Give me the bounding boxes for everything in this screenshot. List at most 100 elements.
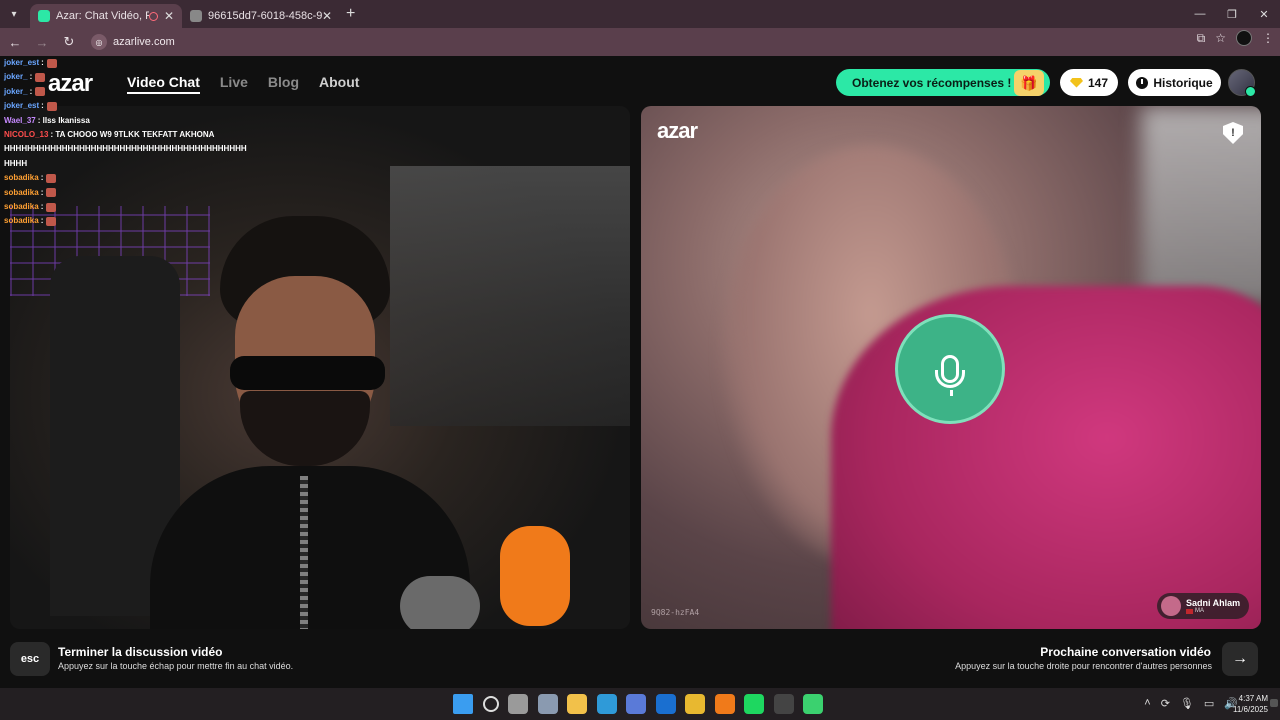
tab-search-icon[interactable]: ▾ (4, 4, 24, 24)
edge-icon[interactable] (596, 694, 617, 714)
rewards-label: Obtenez vos récompenses ! (852, 75, 1012, 90)
morocco-flag-icon (1186, 608, 1193, 614)
store-icon[interactable] (626, 694, 646, 714)
search-icon[interactable] (482, 696, 499, 712)
chat-line: sobadika: (0, 200, 300, 214)
taskbar-apps (453, 694, 823, 714)
chat-username: NICOLO_13 (4, 129, 49, 139)
chat-line: HHHH (0, 157, 300, 171)
partner-profile-chip[interactable]: Sadni Ahlam MA (1157, 593, 1249, 619)
clock-time: 4:37 AM (1238, 694, 1268, 703)
history-label: Historique (1153, 75, 1213, 90)
chat-message: : lIss lkanissa (37, 115, 90, 125)
tray-mic-icon[interactable]: 🎙 (1180, 697, 1194, 710)
orange-toy (500, 526, 570, 626)
chat-line: NICOLO_13: TA CHOOO W9 9TLKK TEKFATT AKH… (0, 128, 300, 142)
obs-icon[interactable] (773, 694, 794, 714)
user-avatar[interactable] (1228, 69, 1256, 97)
chat-message: : (40, 187, 44, 197)
install-app-icon[interactable]: ⧉ (1197, 31, 1206, 46)
stream-chat-overlay: joker_est: joker_: joker_: joker_est: Wael_3… (0, 56, 300, 229)
chat-line: joker_est: (0, 56, 300, 70)
chat-message: : (29, 72, 33, 82)
minimize-icon[interactable]: — (1184, 0, 1216, 28)
network-icon[interactable]: ▭ (1204, 697, 1214, 710)
studio-microphone (400, 576, 480, 629)
url-field[interactable]: ◎ azarlive.com (91, 34, 175, 50)
tab-azar[interactable]: Azar: Chat Vidéo, Rencontr ✕ (30, 4, 182, 28)
settings-icon[interactable] (537, 694, 558, 714)
next-chat-title: Prochaine conversation vidéo (1040, 645, 1211, 659)
partner-name: Sadni Ahlam (1186, 598, 1241, 608)
streamer-beard (240, 391, 370, 466)
tab-title: Azar: Chat Vidéo, Rencontr (56, 10, 149, 22)
menu-kebab-icon[interactable]: ⋮ (1262, 31, 1274, 45)
close-tab-icon[interactable]: ✕ (164, 9, 174, 23)
gift-icon: 🎁 (1014, 70, 1044, 96)
back-icon[interactable]: ← (3, 30, 27, 54)
taskbar-clock[interactable]: 4:37 AM 11/6/2025 (1233, 693, 1268, 715)
clock-date: 11/6/2025 (1233, 705, 1268, 714)
url-text: azarlive.com (113, 36, 175, 48)
gem-icon (1069, 77, 1083, 88)
bookmark-star-icon[interactable]: ☆ (1215, 31, 1226, 45)
media-player-icon[interactable] (803, 694, 823, 714)
browser-tabbar: ▾ Azar: Chat Vidéo, Rencontr ✕ 96615dd7-… (0, 0, 1280, 28)
notification-icon[interactable] (1270, 699, 1278, 707)
system-tray: ˄ ⟳ 🎙 ▭ 🔊 (1144, 697, 1238, 710)
chat-emote-icon (46, 202, 57, 212)
chat-username: Wael_37 (4, 115, 36, 125)
chat-username: sobadika (4, 173, 39, 183)
partner-video-logo: azar (657, 118, 698, 143)
chat-message: : (40, 201, 44, 211)
task-view-icon[interactable] (508, 694, 528, 714)
tab-title: 96615dd7-6018-458c-975c-cc1 (208, 10, 322, 22)
chrome-icon[interactable] (685, 694, 705, 714)
chat-message: HHHH (4, 158, 28, 168)
chat-message: : (40, 173, 44, 183)
close-window-icon[interactable]: ✕ (1248, 0, 1280, 28)
esc-key-button[interactable]: esc (10, 642, 50, 676)
chat-emote-icon (35, 87, 46, 97)
rewards-button[interactable]: Obtenez vos récompenses ! 🎁 (836, 69, 1050, 96)
chat-username: sobadika (4, 201, 39, 211)
chat-line: HHHHHHHHHHHHHHHHHHHHHHHHHHHHHHHHHHHHHHHH… (0, 142, 300, 156)
sync-icon[interactable]: ⟳ (1161, 697, 1170, 710)
site-info-icon[interactable]: ◎ (91, 34, 107, 50)
partner-country: MA (1186, 608, 1240, 614)
chat-line: joker_: (0, 85, 300, 99)
chat-message: HHHHHHHHHHHHHHHHHHHHHHHHHHHHHHHHHHHHHHHH… (4, 144, 247, 154)
profile-icon[interactable] (1236, 30, 1252, 46)
microphone-button[interactable] (895, 314, 1005, 424)
end-chat-title: Terminer la discussion vidéo (58, 645, 223, 659)
vlc-icon[interactable] (714, 694, 735, 714)
next-arrow-button[interactable]: → (1222, 642, 1258, 676)
new-tab-icon[interactable]: + (346, 5, 355, 23)
forward-icon[interactable]: → (30, 30, 54, 54)
chat-line: sobadika: (0, 171, 300, 185)
azar-page: azar Video Chat Live Blog About Obtenez … (0, 56, 1280, 688)
chat-username: joker_ (4, 72, 28, 82)
tab-second[interactable]: 96615dd7-6018-458c-975c-cc1 ✕ (182, 4, 340, 28)
window-controls: — ❐ ✕ (1184, 0, 1280, 28)
window-light (1141, 106, 1261, 306)
partner-pink-clothing (831, 286, 1261, 629)
chat-line: Wael_37: lIss lkanissa (0, 114, 300, 128)
history-button[interactable]: Historique (1128, 69, 1221, 96)
restore-icon[interactable]: ❐ (1216, 0, 1248, 28)
spotify-icon[interactable] (744, 694, 764, 714)
windows-start-icon[interactable] (453, 694, 473, 714)
chat-emote-icon (46, 173, 57, 183)
partner-video: azar ! 9Q82-hzFA4 Sadni Ahlam MA (641, 106, 1261, 629)
tray-chevron-icon[interactable]: ˄ (1144, 697, 1150, 710)
chat-username: sobadika (4, 216, 39, 226)
outlook-icon[interactable] (655, 694, 676, 714)
reload-icon[interactable]: ↻ (57, 30, 81, 54)
file-explorer-icon[interactable] (567, 694, 587, 714)
nav-about[interactable]: About (319, 74, 359, 94)
close-tab-icon[interactable]: ✕ (322, 9, 332, 23)
microphone-icon (935, 355, 965, 396)
chat-line: joker_: (0, 70, 300, 84)
chat-line: sobadika: (0, 186, 300, 200)
gems-button[interactable]: 147 (1060, 69, 1118, 96)
